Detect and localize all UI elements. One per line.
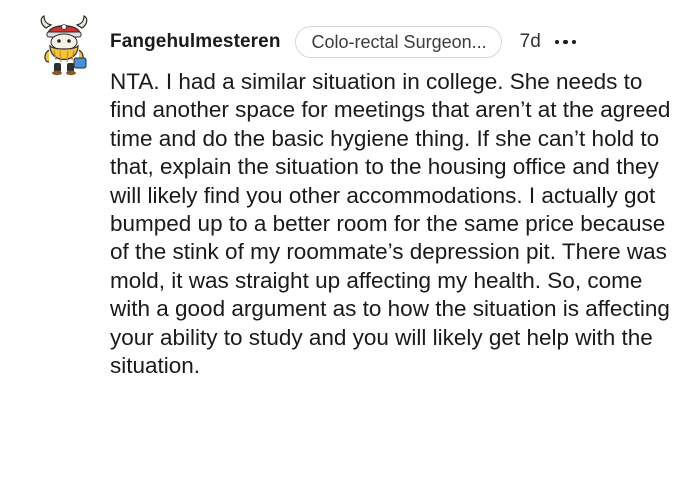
more-options-button[interactable]: [554, 30, 577, 54]
more-options-icon: [571, 39, 577, 45]
more-options-icon: [554, 39, 560, 45]
avatar[interactable]: [36, 14, 92, 76]
comment-header: Fangehulmesteren Colo-rectal Surgeon... …: [110, 24, 577, 60]
username-link[interactable]: Fangehulmesteren: [110, 31, 281, 53]
comment: Fangehulmesteren Colo-rectal Surgeon... …: [0, 0, 700, 503]
viking-snoo-avatar-icon: [40, 15, 88, 76]
user-flair: Colo-rectal Surgeon...: [294, 26, 502, 58]
user-flair-text: Colo-rectal Surgeon...: [311, 31, 487, 52]
more-options-icon: [563, 39, 568, 45]
timestamp[interactable]: 7d: [520, 31, 541, 53]
comment-body: NTA. I had a similar situation in colleg…: [110, 69, 671, 379]
